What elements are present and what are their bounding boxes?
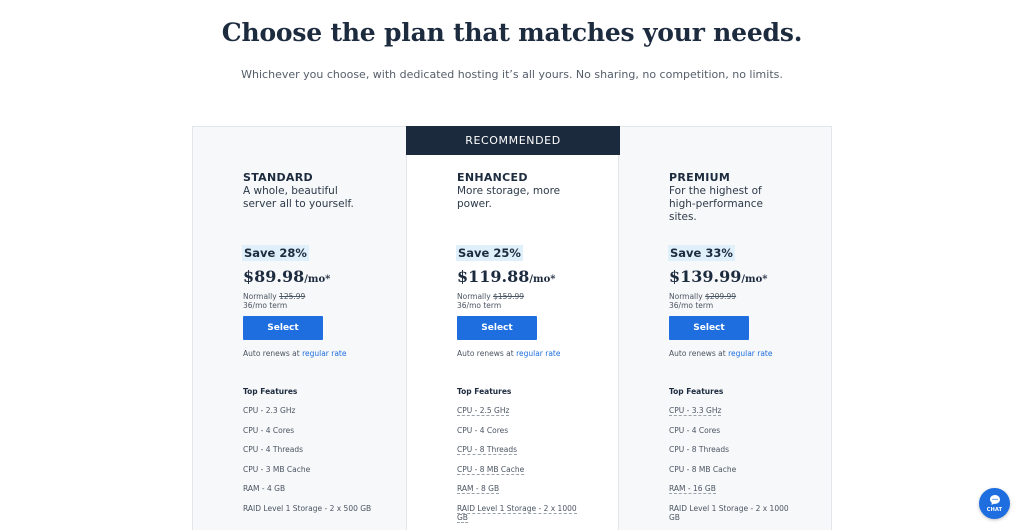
feature-item: RAID Level 1 Storage - 2 x 500 GB: [243, 503, 372, 513]
term: 36/mo term: [243, 301, 288, 310]
feature-item[interactable]: RAID Level 1 Storage - 2 x 1000 GB: [457, 503, 587, 528]
recommended-banner: RECOMMENDED: [406, 126, 620, 155]
original-price: 125.99: [279, 292, 306, 301]
plan-name: STANDARD: [243, 171, 313, 184]
select-button-enhanced[interactable]: Select: [457, 316, 537, 340]
plan-name: ENHANCED: [457, 171, 528, 184]
renew-note: Auto renews at regular rate: [669, 349, 773, 358]
renew-note: Auto renews at regular rate: [243, 349, 347, 358]
feature-item: RAID Level 1 Storage - 2 x 1000 GB: [669, 503, 789, 522]
term: 36/mo term: [457, 301, 502, 310]
feature-item[interactable]: CPU - 2.5 GHz: [457, 406, 587, 426]
term: 36/mo term: [669, 301, 714, 310]
feature-item: CPU - 4 Threads: [243, 445, 304, 454]
plan-description: A whole, beautiful server all to yoursel…: [243, 185, 354, 210]
plan-price: $139.99/mo*: [669, 267, 768, 286]
save-badge: Save 33%: [668, 245, 735, 261]
features-title: Top Features: [457, 387, 512, 396]
regular-rate-link[interactable]: regular rate: [728, 349, 772, 358]
save-badge: Save 28%: [242, 245, 309, 261]
normal-price: Normally $159.99 36/mo term: [457, 292, 525, 310]
feature-item[interactable]: CPU - 3.3 GHz: [669, 406, 799, 426]
regular-rate-link[interactable]: regular rate: [302, 349, 346, 358]
feature-list: CPU - 2.3 GHz CPU - 4 Cores CPU - 4 Thre…: [243, 406, 373, 528]
plan-name: PREMIUM: [669, 171, 731, 184]
plan-card-premium: PREMIUM For the highest of high-performa…: [619, 127, 832, 530]
feature-item: CPU - 2.3 GHz: [243, 406, 296, 415]
original-price: $209.99: [705, 292, 737, 301]
save-badge: Save 25%: [456, 245, 523, 261]
features-title: Top Features: [243, 387, 298, 396]
chat-label: CHAT: [986, 507, 1003, 513]
plan-card-enhanced: ENHANCED More storage, more power. Save …: [406, 127, 619, 530]
feature-item: CPU - 4 Cores: [669, 425, 721, 435]
regular-rate-link[interactable]: regular rate: [516, 349, 560, 358]
feature-item[interactable]: RAM - 8 GB: [457, 484, 587, 504]
feature-list: CPU - 3.3 GHz CPU - 4 Cores CPU - 8 Thre…: [669, 406, 799, 528]
chat-bubble-icon: [989, 495, 1000, 505]
feature-item: RAM - 4 GB: [243, 484, 286, 493]
page-subtitle: Whichever you choose, with dedicated hos…: [241, 68, 783, 81]
plans-grid: STANDARD A whole, beautiful server all t…: [192, 126, 832, 530]
original-price: $159.99: [493, 292, 525, 301]
plan-price: $119.88/mo*: [457, 267, 556, 286]
renew-note: Auto renews at regular rate: [457, 349, 561, 358]
feature-item: CPU - 4 Cores: [243, 425, 295, 435]
feature-item[interactable]: CPU - 8 MB Cache: [457, 464, 587, 485]
feature-item: CPU - 3 MB Cache: [243, 464, 311, 474]
feature-item: CPU - 8 MB Cache: [669, 464, 737, 474]
feature-item[interactable]: RAM - 16 GB: [669, 484, 799, 504]
plan-card-standard: STANDARD A whole, beautiful server all t…: [193, 127, 406, 530]
plan-description: More storage, more power.: [457, 185, 561, 210]
normal-price: Normally $209.99 36/mo term: [669, 292, 737, 310]
plan-price: $89.98/mo*: [243, 267, 331, 286]
feature-item: CPU - 4 Cores: [457, 425, 509, 435]
feature-item[interactable]: CPU - 8 Threads: [457, 445, 587, 465]
select-button-standard[interactable]: Select: [243, 316, 323, 340]
normal-price: Normally 125.99 36/mo term: [243, 292, 306, 310]
chat-button[interactable]: CHAT: [979, 488, 1010, 519]
feature-list: CPU - 2.5 GHz CPU - 4 Cores CPU - 8 Thre…: [457, 406, 587, 528]
feature-item: CPU - 8 Threads: [669, 445, 730, 454]
plan-description: For the highest of high-performance site…: [669, 185, 763, 223]
select-button-premium[interactable]: Select: [669, 316, 749, 340]
page-title: Choose the plan that matches your needs.: [221, 18, 803, 47]
features-title: Top Features: [669, 387, 724, 396]
